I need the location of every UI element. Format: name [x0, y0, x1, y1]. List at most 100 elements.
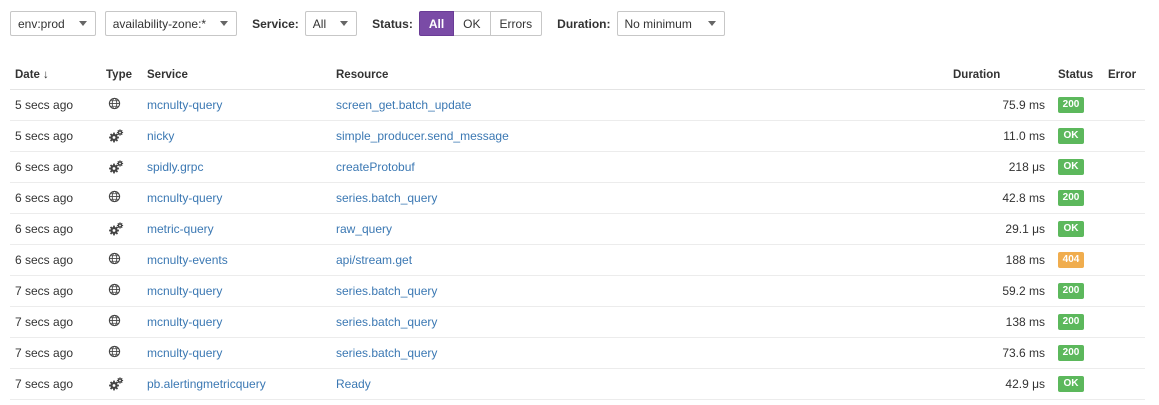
row-duration: 188 ms [953, 244, 1053, 276]
resource-link[interactable]: raw_query [336, 222, 392, 236]
row-status: 200 [1053, 275, 1103, 307]
resource-link[interactable]: series.batch_query [336, 346, 437, 360]
column-header-resource[interactable]: Resource [331, 62, 953, 90]
row-service: mcnulty-events [142, 244, 331, 276]
row-type [101, 368, 142, 400]
row-service: mcnulty-query [142, 337, 331, 369]
table-row[interactable]: 5 secs ago nicky simple_producer.send_mess… [10, 120, 1145, 152]
env-dropdown-value: env:prod [18, 16, 65, 31]
row-date: 5 secs ago [10, 120, 101, 152]
web-icon [108, 283, 124, 299]
column-header-duration[interactable]: Duration [953, 62, 1053, 90]
row-date: 7 secs ago [10, 337, 101, 369]
service-link[interactable]: nicky [147, 129, 174, 143]
duration-dropdown[interactable]: No minimum [616, 11, 725, 36]
row-duration: 73.6 ms [953, 337, 1053, 369]
availability-zone-dropdown[interactable]: availability-zone:* [104, 11, 238, 36]
gears-icon [108, 221, 124, 237]
sort-down-icon: ↓ [42, 69, 49, 82]
row-resource: api/stream.get [331, 244, 953, 276]
row-date: 7 secs ago [10, 275, 101, 307]
table-row[interactable]: 7 secs ago pb.alertingmetricquery Ready 42.… [10, 368, 1145, 400]
resource-link[interactable]: simple_producer.send_message [336, 129, 509, 143]
status-option-errors[interactable]: Errors [490, 11, 543, 36]
row-resource: simple_producer.send_message [331, 120, 953, 152]
traces-table: Date ↓ Type Service Resource Duration Sta… [10, 62, 1145, 400]
gears-icon [108, 376, 124, 392]
row-service: mcnulty-query [142, 182, 331, 214]
status-option-ok[interactable]: OK [454, 11, 491, 36]
resource-link[interactable]: Ready [336, 377, 371, 391]
row-resource: raw_query [331, 213, 953, 245]
status-badge: 200 [1058, 283, 1084, 299]
duration-filter-label: Duration: [557, 16, 611, 31]
row-resource: series.batch_query [331, 182, 953, 214]
web-icon [108, 314, 124, 330]
resource-link[interactable]: api/stream.get [336, 253, 412, 267]
table-row[interactable]: 7 secs ago mcnulty-query series.batch_quer… [10, 306, 1145, 338]
column-header-error[interactable]: Error [1103, 62, 1145, 90]
status-badge: 200 [1058, 97, 1084, 113]
service-link[interactable]: mcnulty-events [147, 253, 228, 267]
table-row[interactable]: 6 secs ago mcnulty-events api/stream.get 18… [10, 244, 1145, 276]
row-status: 200 [1053, 89, 1103, 121]
service-link[interactable]: mcnulty-query [147, 191, 222, 205]
row-service: mcnulty-query [142, 275, 331, 307]
row-error [1103, 151, 1145, 183]
table-row[interactable]: 7 secs ago mcnulty-query series.batch_quer… [10, 337, 1145, 369]
row-error [1103, 337, 1145, 369]
resource-link[interactable]: createProtobuf [336, 160, 415, 174]
resource-link[interactable]: series.batch_query [336, 191, 437, 205]
table-row[interactable]: 6 secs ago spidly.grpc createProtobuf 218 μ… [10, 151, 1145, 183]
service-link[interactable]: mcnulty-query [147, 346, 222, 360]
row-duration: 29.1 μs [953, 213, 1053, 245]
row-resource: series.batch_query [331, 275, 953, 307]
resource-link[interactable]: series.batch_query [336, 284, 437, 298]
table-row[interactable]: 6 secs ago metric-query raw_query 29.1 μs OK [10, 213, 1145, 245]
web-icon [108, 190, 124, 206]
traces-table-body: 5 secs ago mcnulty-query screen_get.batch_… [10, 89, 1145, 400]
status-badge: OK [1058, 221, 1084, 237]
row-error [1103, 89, 1145, 121]
column-header-date[interactable]: Date ↓ [10, 62, 101, 90]
row-resource: screen_get.batch_update [331, 89, 953, 121]
status-segmented-control: All OK Errors [418, 11, 543, 36]
service-link[interactable]: spidly.grpc [147, 160, 203, 174]
column-header-type[interactable]: Type [101, 62, 142, 90]
service-link[interactable]: metric-query [147, 222, 214, 236]
column-header-status[interactable]: Status [1053, 62, 1103, 90]
row-status: 200 [1053, 182, 1103, 214]
table-row[interactable]: 7 secs ago mcnulty-query series.batch_quer… [10, 275, 1145, 307]
service-link[interactable]: mcnulty-query [147, 98, 222, 112]
table-row[interactable]: 6 secs ago mcnulty-query series.batch_quer… [10, 182, 1145, 214]
status-option-all[interactable]: All [418, 11, 455, 36]
service-link[interactable]: mcnulty-query [147, 315, 222, 329]
web-icon [108, 97, 124, 113]
row-service: pb.alertingmetricquery [142, 368, 331, 400]
row-type [101, 151, 142, 183]
column-header-service[interactable]: Service [142, 62, 331, 90]
row-error [1103, 275, 1145, 307]
row-date: 5 secs ago [10, 89, 101, 121]
gears-icon [108, 159, 124, 175]
row-date: 6 secs ago [10, 151, 101, 183]
resource-link[interactable]: series.batch_query [336, 315, 437, 329]
row-duration: 11.0 ms [953, 120, 1053, 152]
row-type [101, 213, 142, 245]
service-link[interactable]: mcnulty-query [147, 284, 222, 298]
row-date: 6 secs ago [10, 213, 101, 245]
service-dropdown[interactable]: All [304, 11, 358, 36]
row-duration: 75.9 ms [953, 89, 1053, 121]
status-badge: OK [1058, 376, 1084, 392]
row-status: 404 [1053, 244, 1103, 276]
resource-link[interactable]: screen_get.batch_update [336, 98, 471, 112]
row-error [1103, 306, 1145, 338]
table-row[interactable]: 5 secs ago mcnulty-query screen_get.batch_… [10, 89, 1145, 121]
env-dropdown[interactable]: env:prod [10, 11, 96, 36]
service-filter-label: Service: [252, 16, 299, 31]
chevron-down-icon [78, 21, 87, 26]
service-link[interactable]: pb.alertingmetricquery [147, 377, 266, 391]
row-error [1103, 213, 1145, 245]
row-type [101, 275, 142, 307]
status-badge: 404 [1058, 252, 1084, 268]
